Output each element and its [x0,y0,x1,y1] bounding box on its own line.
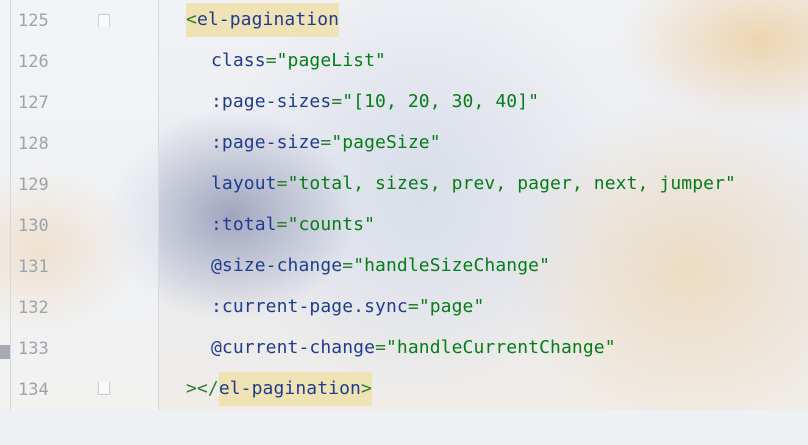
attribute-value: "total, sizes, prev, pager, next, jumper… [287,173,736,194]
tag-name: el-pagination [196,9,340,30]
code-line[interactable]: 127 :page-sizes="[10, 20, 30, 40]" [0,82,808,123]
code-content: @size-change="handleSizeChange" [211,255,550,276]
code-content: class="pageList" [211,50,386,71]
equals-sign: = [276,173,288,194]
code-content: ></el-pagination> [186,372,372,406]
attribute-name: :current-page.sync [211,296,408,317]
attribute-value: "handleSizeChange" [353,255,551,276]
code-line[interactable]: 132 :current-page.sync="page" [0,287,808,328]
code-line[interactable]: 134 ></el-pagination> [0,369,808,410]
code-content: layout="total, sizes, prev, pager, next,… [211,173,736,194]
attribute-name: @size-change [211,255,343,276]
equals-sign: = [331,91,343,112]
equals-sign: = [342,255,354,276]
tag-name: el-pagination [218,378,361,399]
code-line[interactable]: 128 :page-size="pageSize" [0,123,808,164]
tag-open-bracket: < [186,9,197,30]
attribute-name: :page-sizes [211,91,332,112]
attribute-value: "pageSize" [331,132,441,153]
attribute-name: @current-change [211,337,376,358]
attribute-value: "counts" [287,214,376,235]
code-content: :page-sizes="[10, 20, 30, 40]" [211,91,539,112]
attribute-value: "pageList" [276,50,386,71]
code-content: <el-pagination [186,3,340,37]
code-content: :current-page.sync="page" [211,296,484,317]
line-number: 128 [18,134,49,154]
equals-sign: = [407,296,419,317]
attribute-value: "handleCurrentChange" [386,337,616,358]
code-line[interactable]: 129 layout="total, sizes, prev, pager, n… [0,164,808,205]
tag-close-bracket: ></ [186,378,219,399]
code-content: :total="counts" [211,214,375,235]
line-number: 130 [18,216,49,236]
equals-sign: = [276,214,288,235]
code-line[interactable]: 133 @current-change="handleCurrentChange… [0,328,808,369]
attribute-name: class [211,50,266,71]
equals-sign: = [265,50,277,71]
code-line[interactable]: 126 class="pageList" [0,41,808,82]
line-number: 127 [18,93,49,113]
line-number: 131 [18,257,49,277]
tag-highlight: el-pagination> [218,372,372,406]
equals-sign: = [375,337,386,358]
line-number: 133 [18,339,49,359]
code-line[interactable]: 125 <el-pagination [0,0,808,41]
tag-highlight: <el-pagination [186,3,340,37]
attribute-name: :page-size [211,132,321,153]
equals-sign: = [320,132,332,153]
code-content: :page-size="pageSize" [211,132,441,153]
attribute-value: "[10, 20, 30, 40]" [342,91,540,112]
code-line[interactable]: 131 @size-change="handleSizeChange" [0,246,808,287]
line-number: 126 [18,52,49,72]
attribute-name: layout [211,173,277,194]
attribute-name: :total [211,214,277,235]
code-content: @current-change="handleCurrentChange" [211,337,616,358]
attribute-value: "page" [418,296,485,317]
line-number: 132 [18,298,49,318]
line-number: 125 [18,11,49,31]
tag-end-bracket: > [361,378,372,399]
code-line[interactable]: 130 :total="counts" [0,205,808,246]
line-number: 134 [18,380,49,400]
line-number: 129 [18,175,49,195]
